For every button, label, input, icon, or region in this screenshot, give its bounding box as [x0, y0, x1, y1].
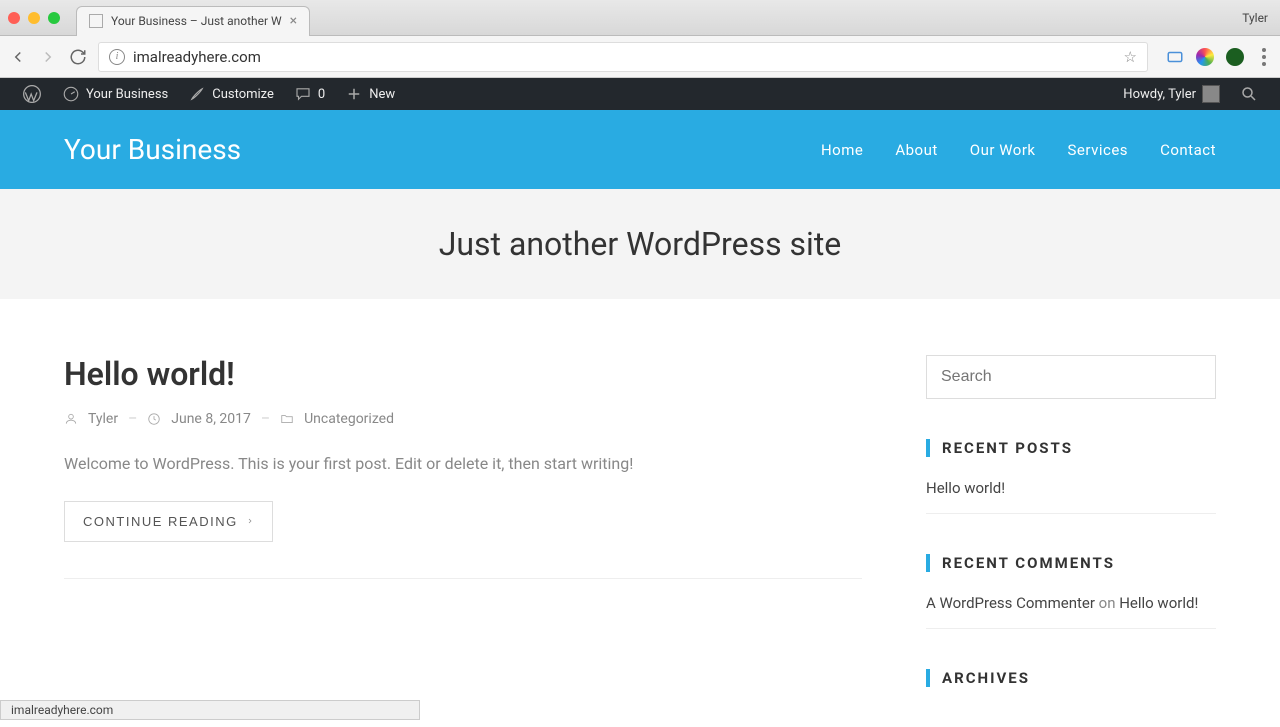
- search-input[interactable]: [926, 355, 1216, 399]
- new-label: New: [369, 87, 395, 102]
- site-name-link[interactable]: Your Business: [52, 78, 178, 110]
- widget-title-recent-posts: RECENT POSTS: [926, 439, 1216, 457]
- close-window-button[interactable]: [8, 12, 20, 24]
- nav-home[interactable]: Home: [821, 141, 863, 159]
- continue-reading-label: CONTINUE READING: [83, 514, 238, 529]
- new-content-link[interactable]: New: [335, 78, 405, 110]
- minimize-window-button[interactable]: [28, 12, 40, 24]
- site-title[interactable]: Your Business: [64, 133, 241, 166]
- wordpress-icon: [22, 84, 42, 104]
- back-button[interactable]: [8, 47, 28, 67]
- post-excerpt: Welcome to WordPress. This is your first…: [64, 451, 862, 477]
- forward-button[interactable]: [38, 47, 58, 67]
- search-toggle[interactable]: [1230, 78, 1268, 110]
- wp-admin-bar: Your Business Customize 0 New Howdy, Tyl…: [0, 78, 1280, 110]
- comment-icon: [294, 85, 312, 103]
- url-text: imalreadyhere.com: [133, 48, 261, 66]
- nav-our-work[interactable]: Our Work: [970, 141, 1036, 159]
- chevron-right-icon: [246, 515, 254, 527]
- brush-icon: [188, 85, 206, 103]
- primary-nav: Home About Our Work Services Contact: [821, 141, 1216, 159]
- sidebar: RECENT POSTS Hello world! RECENT COMMENT…: [926, 355, 1216, 727]
- author-icon: [64, 412, 78, 426]
- extension-icons: [1166, 48, 1272, 66]
- reload-button[interactable]: [68, 47, 88, 67]
- extension-icon[interactable]: [1226, 48, 1244, 66]
- comments-count: 0: [318, 87, 325, 102]
- folder-icon: [280, 412, 294, 426]
- close-tab-icon[interactable]: ×: [290, 13, 297, 29]
- meta-separator: –: [261, 411, 270, 427]
- tab-title: Your Business – Just another W: [111, 14, 282, 28]
- archives-widget: ARCHIVES: [926, 669, 1216, 687]
- admin-site-name: Your Business: [86, 87, 168, 102]
- post-meta: Tyler – June 8, 2017 – Uncategorized: [64, 411, 862, 427]
- main-column: Hello world! Tyler – June 8, 2017 – Unca…: [64, 355, 862, 727]
- recent-post-link[interactable]: Hello world!: [926, 479, 1005, 497]
- widget-title-archives: ARCHIVES: [926, 669, 1216, 687]
- bookmark-star-icon[interactable]: ☆: [1124, 48, 1137, 66]
- address-bar[interactable]: i imalreadyhere.com ☆: [98, 42, 1148, 72]
- plus-icon: [345, 85, 363, 103]
- post-title[interactable]: Hello world!: [64, 355, 862, 393]
- browser-tab[interactable]: Your Business – Just another W ×: [76, 6, 310, 36]
- comments-link[interactable]: 0: [284, 78, 335, 110]
- tagline-area: Just another WordPress site: [0, 189, 1280, 299]
- recent-post-item: Hello world!: [926, 479, 1216, 514]
- recent-comment-item: A WordPress Commenter on Hello world!: [926, 594, 1216, 629]
- wp-logo-button[interactable]: [12, 78, 52, 110]
- meta-separator: –: [128, 411, 137, 427]
- nav-contact[interactable]: Contact: [1160, 141, 1216, 159]
- howdy-text: Howdy, Tyler: [1123, 87, 1196, 102]
- avatar-icon: [1202, 85, 1220, 103]
- user-account-link[interactable]: Howdy, Tyler: [1113, 78, 1230, 110]
- post-divider: [64, 578, 862, 579]
- site-tagline: Just another WordPress site: [0, 225, 1280, 263]
- continue-reading-button[interactable]: CONTINUE READING: [64, 501, 273, 542]
- extension-icon[interactable]: [1166, 48, 1184, 66]
- nav-about[interactable]: About: [895, 141, 937, 159]
- window-controls: [8, 12, 60, 24]
- content-area: Hello world! Tyler – June 8, 2017 – Unca…: [0, 299, 1280, 727]
- site-header: Your Business Home About Our Work Servic…: [0, 110, 1280, 189]
- page-icon: [89, 14, 103, 28]
- site-info-icon[interactable]: i: [109, 49, 125, 65]
- widget-title-recent-comments: RECENT COMMENTS: [926, 554, 1216, 572]
- maximize-window-button[interactable]: [48, 12, 60, 24]
- search-icon: [1240, 85, 1258, 103]
- dashboard-icon: [62, 85, 80, 103]
- browser-toolbar: i imalreadyhere.com ☆: [0, 36, 1280, 78]
- comment-on-text: on: [1095, 594, 1119, 612]
- status-bar: imalreadyhere.com: [0, 700, 420, 720]
- comment-author-link[interactable]: A WordPress Commenter: [926, 594, 1095, 612]
- post-date: June 8, 2017: [171, 411, 251, 427]
- post-author[interactable]: Tyler: [88, 411, 118, 427]
- extension-icon[interactable]: [1196, 48, 1214, 66]
- customize-link[interactable]: Customize: [178, 78, 284, 110]
- comment-post-link[interactable]: Hello world!: [1119, 594, 1198, 612]
- recent-posts-widget: RECENT POSTS Hello world!: [926, 439, 1216, 514]
- profile-label[interactable]: Tyler: [1242, 11, 1268, 25]
- browser-tab-strip: Your Business – Just another W × Tyler: [0, 0, 1280, 36]
- recent-comments-widget: RECENT COMMENTS A WordPress Commenter on…: [926, 554, 1216, 629]
- post-category[interactable]: Uncategorized: [304, 411, 394, 427]
- nav-services[interactable]: Services: [1068, 141, 1129, 159]
- browser-menu-icon[interactable]: [1256, 48, 1272, 66]
- customize-label: Customize: [212, 87, 274, 102]
- clock-icon: [147, 412, 161, 426]
